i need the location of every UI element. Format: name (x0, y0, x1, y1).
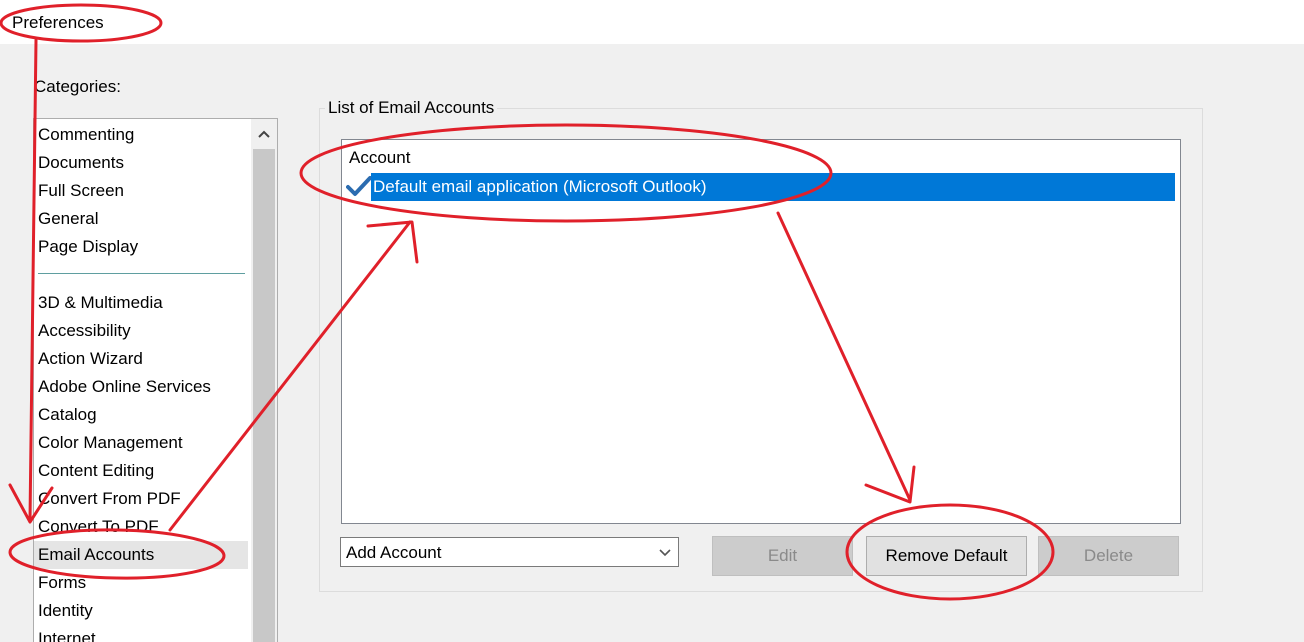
edit-button[interactable]: Edit (712, 536, 853, 576)
category-item[interactable]: Convert To PDF (34, 513, 254, 541)
category-item[interactable]: Page Display (34, 233, 254, 261)
category-item[interactable]: Identity (34, 597, 254, 625)
category-item[interactable]: Commenting (34, 121, 254, 149)
category-separator (38, 273, 245, 274)
category-item[interactable]: Color Management (34, 429, 254, 457)
categories-label: Categories: (34, 77, 121, 96)
checkmark-icon (346, 176, 372, 196)
categories-scrollbar[interactable] (251, 119, 277, 642)
title-bar: Preferences (0, 0, 1304, 44)
category-item[interactable]: General (34, 205, 254, 233)
category-item[interactable]: Convert From PDF (34, 485, 254, 513)
category-item[interactable]: Catalog (34, 401, 254, 429)
remove-default-button[interactable]: Remove Default (866, 536, 1027, 576)
category-item[interactable]: Action Wizard (34, 345, 254, 373)
category-item[interactable]: Accessibility (34, 317, 254, 345)
scroll-thumb[interactable] (253, 149, 275, 642)
category-item[interactable]: Internet (34, 625, 254, 642)
category-item[interactable]: Documents (34, 149, 254, 177)
email-accounts-list[interactable]: Account Default email application (Micro… (341, 139, 1181, 524)
add-account-value: Add Account (346, 543, 442, 562)
category-item[interactable]: Full Screen (34, 177, 254, 205)
scroll-up-button[interactable] (251, 119, 277, 149)
category-item-email-accounts[interactable]: Email Accounts (34, 541, 248, 569)
category-item[interactable]: 3D & Multimedia (34, 289, 254, 317)
chevron-down-icon (659, 549, 671, 557)
account-row-default[interactable]: Default email application (Microsoft Out… (371, 173, 1175, 201)
delete-button[interactable]: Delete (1038, 536, 1179, 576)
category-item[interactable]: Forms (34, 569, 254, 597)
categories-list[interactable]: Commenting Documents Full Screen General… (33, 118, 278, 642)
category-item[interactable]: Content Editing (34, 457, 254, 485)
email-accounts-group-label: List of Email Accounts (325, 98, 498, 118)
category-item[interactable]: Adobe Online Services (34, 373, 254, 401)
add-account-dropdown[interactable]: Add Account (340, 537, 679, 567)
chevron-up-icon (258, 130, 270, 138)
account-column-header: Account (349, 148, 411, 167)
window-title: Preferences (12, 13, 104, 32)
